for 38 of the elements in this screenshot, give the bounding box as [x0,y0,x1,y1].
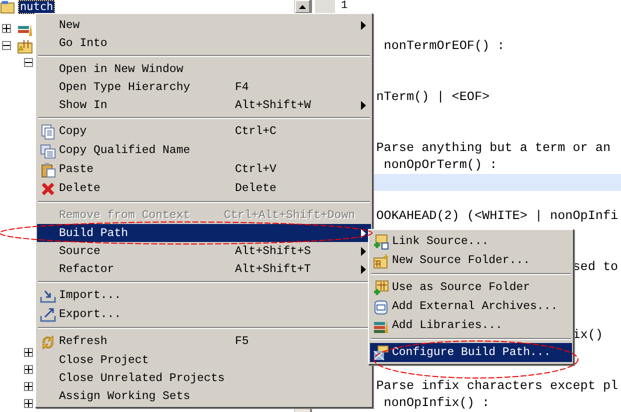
menu-item[interactable]: Source Alt+Shift+S [37,242,371,260]
menu-item[interactable]: Build Path [37,224,371,242]
menu-item[interactable]: Export... [37,305,371,324]
package-folder-icon [17,38,33,54]
folder-link-icon [373,234,389,250]
menu-item[interactable]: Add External Archives... [370,297,572,316]
menu-item[interactable]: Copy Ctrl+C [37,122,371,141]
jar-icon [373,298,389,314]
menu-item[interactable]: Open in New Window [37,60,371,78]
project-folder-icon [0,0,16,14]
collapse-icon[interactable] [2,41,11,50]
copy-icon [40,124,56,140]
refresh-icon [40,334,56,350]
export-icon [40,306,56,322]
expand-icon[interactable] [24,382,33,391]
scroll-up-icon[interactable] [299,4,306,8]
tree-item[interactable]: nutch [18,0,56,14]
expand-icon[interactable] [24,399,33,408]
ruler-gutter [315,0,335,13]
folder-add-icon [373,280,389,296]
expand-icon[interactable] [24,348,33,357]
menu-item[interactable]: Link Source... [370,232,572,251]
expand-icon[interactable] [2,24,11,33]
menu-item[interactable]: Use as Source Folder [370,278,572,297]
menu-item[interactable]: Configure Build Path... [370,343,572,362]
menu-item[interactable]: Import... [37,286,371,305]
expand-icon[interactable] [24,365,33,374]
copy-icon [40,142,56,158]
menu-item[interactable]: Delete Delete [37,179,371,198]
import-icon [40,288,56,304]
collapse-icon[interactable] [24,58,33,67]
delete-icon [40,180,56,196]
menu-item[interactable]: Close Project [37,351,371,369]
menu-item[interactable]: New [37,16,371,34]
clipboard-icon [40,162,56,178]
new-folder-icon [373,252,389,268]
line-number: 1 [341,0,348,12]
configure-icon [373,344,389,360]
